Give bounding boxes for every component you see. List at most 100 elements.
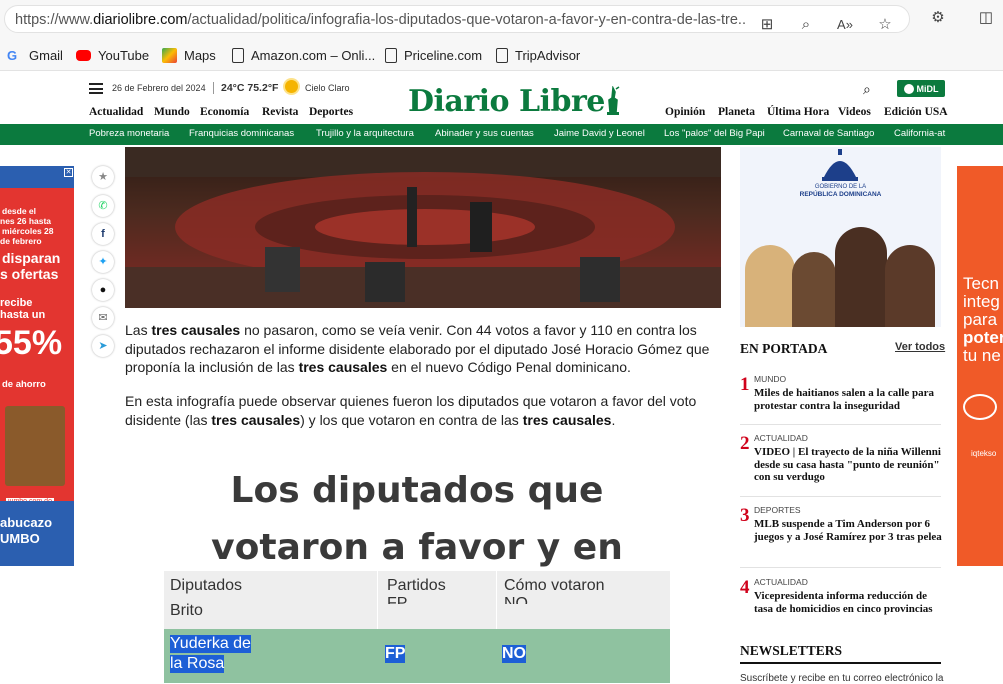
portada-story-4[interactable]: 4 ACTUALIDAD Vicepresidenta informa redu…: [740, 577, 943, 627]
bookmark-maps[interactable]: Maps: [162, 46, 216, 64]
extensions-icon[interactable]: ⚙: [928, 8, 948, 28]
bookmark-amazon[interactable]: Amazon.com – Onli...: [232, 46, 375, 64]
url-domain: diariolibre.com: [93, 12, 188, 28]
nav-revista[interactable]: Revista: [262, 106, 298, 118]
right-side-advertisement[interactable]: Tecn integ para poter tu ne iqtekso: [957, 166, 1003, 566]
nav-actualidad[interactable]: Actualidad: [89, 106, 143, 118]
tag-link[interactable]: tres causales: [523, 412, 612, 428]
bookmark-gmail[interactable]: G Gmail: [7, 46, 63, 64]
bookmark-priceline[interactable]: Priceline.com: [385, 46, 482, 64]
text: en el nuevo Código Penal dominicano.: [387, 359, 631, 375]
left-advertisement[interactable]: ✕ desde el nes 26 hasta miércoles 28 de …: [0, 166, 74, 566]
topic-link[interactable]: California-at: [894, 128, 945, 139]
account-label: MiDL: [916, 83, 939, 94]
address-bar[interactable]: https://www.diariolibre.com/actualidad/p…: [4, 5, 910, 33]
tag-link[interactable]: tres causales: [211, 412, 300, 428]
url-path: /actualidad/politica/infografia-los-dipu…: [187, 12, 745, 28]
row-party: FP: [387, 595, 408, 604]
bookmark-label: Maps: [184, 47, 216, 63]
nav-edicion-usa[interactable]: Edición USA: [884, 106, 948, 118]
ad-text: disparan: [2, 250, 61, 266]
story-headline[interactable]: VIDEO | El trayecto de la niña Willenni …: [754, 446, 943, 484]
split-screen-icon[interactable]: ◫: [976, 8, 996, 28]
site-header: 26 de Febrero del 2024 24°C 75.2°F Cielo…: [0, 72, 1003, 124]
portada-story-1[interactable]: 1 MUNDO Miles de haitianos salen a la ca…: [740, 374, 943, 426]
story-headline[interactable]: MLB suspende a Tim Anderson por 6 juegos…: [754, 518, 943, 543]
ad-text: UMBO: [0, 531, 40, 546]
nav-deportes[interactable]: Deportes: [309, 106, 353, 118]
whatsapp-icon[interactable]: ✆: [92, 195, 114, 217]
email-icon[interactable]: ✉: [92, 307, 114, 329]
twitter-icon[interactable]: ✦: [92, 251, 114, 273]
story-headline[interactable]: Miles de haitianos salen a la calle para…: [754, 387, 943, 412]
topic-link[interactable]: Jaime David y Leonel: [554, 128, 645, 139]
browser-toolbar: https://www.diariolibre.com/actualidad/p…: [0, 0, 1003, 38]
topic-link[interactable]: Abinader y sus cuentas: [435, 128, 534, 139]
account-button[interactable]: MiDL: [897, 80, 945, 97]
ad-illustration: [5, 406, 65, 486]
trending-topics-bar: Pobreza monetaria Franquicias dominicana…: [0, 124, 1003, 145]
search-icon[interactable]: ⌕: [863, 81, 871, 98]
divider: [740, 567, 941, 568]
portada-story-3[interactable]: 3 DEPORTES MLB suspende a Tim Anderson p…: [740, 505, 943, 567]
row-party: FP: [385, 645, 406, 663]
story-category: MUNDO: [754, 374, 787, 384]
menu-icon[interactable]: [89, 83, 103, 94]
favorite-star-icon[interactable]: ☆: [875, 15, 895, 35]
story-headline[interactable]: Vicepresidenta informa reducción de tasa…: [754, 590, 943, 615]
sun-icon: [285, 80, 298, 93]
newsletters-title: NEWSLETTERS: [740, 643, 843, 658]
ad-text: desde el: [2, 206, 37, 216]
right-advertisement[interactable]: GOBIERNO DE LA REPÚBLICA DOMINICANA: [740, 147, 941, 327]
tag-link[interactable]: tres causales: [299, 359, 388, 375]
column-header-partidos: Partidos: [387, 577, 446, 594]
topic-link[interactable]: Los "palos" del Big Papi: [664, 128, 765, 139]
column-header-diputados: Diputados: [170, 577, 243, 594]
bookmark-star-icon[interactable]: ★: [92, 166, 114, 188]
bookmark-youtube[interactable]: YouTube: [76, 46, 149, 64]
government-dome-icon: [822, 149, 858, 181]
zoom-icon[interactable]: ⌕: [796, 15, 816, 35]
youtube-icon: [76, 49, 91, 61]
ad-text: Tecn: [963, 274, 999, 293]
telegram-icon[interactable]: ➤: [92, 335, 114, 357]
portada-story-2[interactable]: 2 ACTUALIDAD VIDEO | El trayecto de la n…: [740, 433, 943, 495]
see-all-link[interactable]: Ver todos: [895, 341, 945, 353]
nav-videos[interactable]: Videos: [838, 106, 871, 118]
topic-link[interactable]: Pobreza monetaria: [89, 128, 169, 139]
nav-planeta[interactable]: Planeta: [718, 106, 755, 118]
facebook-icon[interactable]: f: [92, 223, 114, 245]
topic-link[interactable]: Franquicias dominicanas: [189, 128, 294, 139]
nav-mundo[interactable]: Mundo: [154, 106, 190, 118]
site-logo[interactable]: Diario Libre: [408, 84, 605, 119]
bookmark-label: Gmail: [29, 47, 63, 63]
article-paragraph-2: En esta infografía puede observar quiene…: [125, 392, 721, 429]
apps-icon[interactable]: ⊞: [757, 15, 777, 35]
article-hero-image: [125, 147, 721, 308]
story-number: 1: [740, 374, 750, 395]
url-text[interactable]: https://www.diariolibre.com/actualidad/p…: [15, 12, 745, 28]
bookmark-tripadvisor[interactable]: TripAdvisor: [496, 46, 580, 64]
nav-economia[interactable]: Economía: [200, 106, 249, 118]
ad-choices-icon[interactable]: ✕: [64, 168, 73, 177]
ad-text: nes 26 hasta: [0, 216, 52, 226]
nav-opinion[interactable]: Opinión: [665, 106, 705, 118]
header-weather: 24°C 75.2°F: [213, 82, 278, 94]
bookmarks-bar: G Gmail YouTube Maps Amazon.com – Onli..…: [0, 38, 1003, 71]
ad-text: recibe: [0, 297, 33, 309]
bookmark-label: Priceline.com: [404, 47, 483, 63]
topic-link[interactable]: Trujillo y la arquitectura: [316, 128, 414, 139]
tag-link[interactable]: tres causales: [151, 322, 240, 338]
ad-logo-icon: [963, 394, 997, 420]
story-number: 4: [740, 577, 750, 598]
ad-person: [745, 245, 795, 327]
text: Las: [125, 322, 152, 338]
ad-person: [792, 252, 836, 327]
threads-icon[interactable]: ●: [92, 279, 114, 301]
read-aloud-icon[interactable]: A»: [835, 15, 855, 35]
topic-link[interactable]: Carnaval de Santiago: [783, 128, 874, 139]
ad-text: miércoles 28: [2, 226, 54, 236]
table-row: Yuderka de la Rosa FP NO: [164, 629, 670, 683]
nav-ultima-hora[interactable]: Última Hora: [767, 106, 829, 118]
divider: [740, 662, 941, 664]
